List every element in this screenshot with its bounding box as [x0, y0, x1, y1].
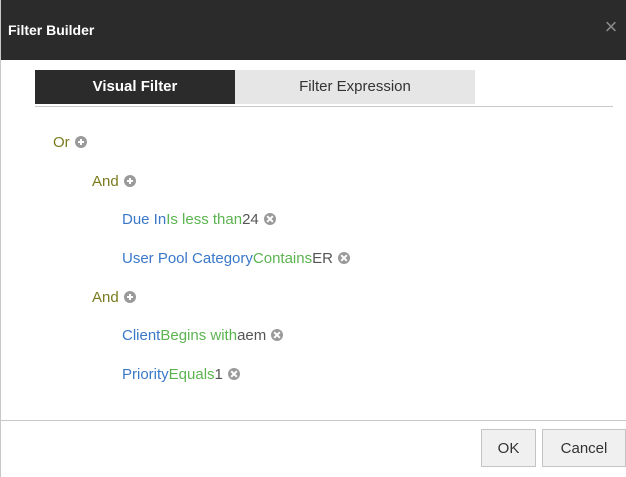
condition-field[interactable]: User Pool Category — [122, 250, 253, 267]
dialog-title: Filter Builder — [8, 22, 95, 38]
group-operator[interactable]: And — [92, 289, 119, 306]
add-plus-icon[interactable] — [123, 175, 136, 187]
condition-value[interactable]: 24 — [242, 211, 259, 228]
condition-value[interactable]: aem — [237, 327, 266, 344]
remove-condition-icon[interactable] — [263, 213, 276, 225]
root-group-operator[interactable]: Or — [53, 134, 70, 151]
condition-operator[interactable]: Begins with — [160, 327, 237, 344]
condition-operator[interactable]: Equals — [169, 366, 215, 383]
tree-root-row: Or — [53, 134, 87, 152]
filter-builder-dialog: Filter Builder × Visual Filter Filter Ex… — [0, 0, 626, 477]
close-icon[interactable]: × — [601, 16, 621, 38]
condition-value[interactable]: 1 — [215, 366, 223, 383]
condition-field[interactable]: Priority — [122, 366, 169, 383]
footer-divider — [1, 420, 626, 421]
condition-operator[interactable]: Is less than — [166, 211, 242, 228]
remove-condition-icon[interactable] — [337, 252, 350, 264]
cancel-button[interactable]: Cancel — [542, 429, 626, 467]
dialog-titlebar: Filter Builder × — [1, 0, 626, 60]
condition-value[interactable]: ER — [312, 250, 333, 267]
condition-operator[interactable]: Contains — [253, 250, 312, 267]
tab-filter-expression[interactable]: Filter Expression — [235, 70, 475, 104]
remove-condition-icon[interactable] — [227, 368, 240, 380]
condition-field[interactable]: Due In — [122, 211, 166, 228]
tab-visual-filter[interactable]: Visual Filter — [35, 70, 235, 104]
group-row: And — [92, 289, 136, 307]
filter-tabs: Visual Filter Filter Expression — [35, 70, 613, 107]
condition-row: ClientBegins withaem — [122, 327, 284, 345]
group-row: And — [92, 173, 136, 191]
add-plus-icon[interactable] — [123, 291, 136, 303]
condition-row: PriorityEquals1 — [122, 366, 240, 384]
condition-field[interactable]: Client — [122, 327, 160, 344]
group-operator[interactable]: And — [92, 173, 119, 190]
condition-row: User Pool CategoryContainsER — [122, 250, 350, 268]
remove-condition-icon[interactable] — [271, 329, 284, 341]
condition-row: Due InIs less than24 — [122, 211, 276, 229]
add-plus-icon[interactable] — [74, 136, 87, 148]
ok-button[interactable]: OK — [481, 429, 536, 467]
